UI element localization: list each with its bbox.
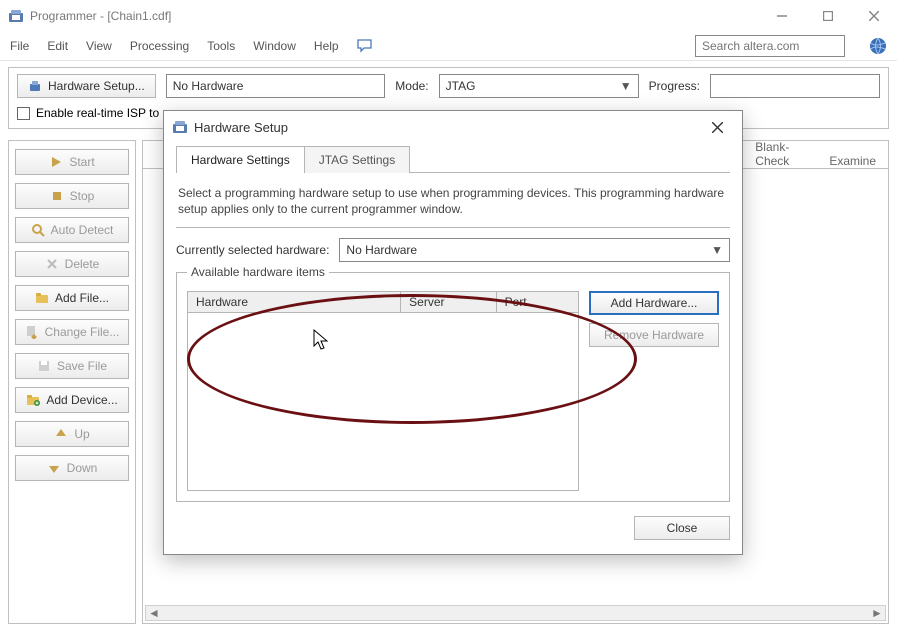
- realtime-isp-checkbox[interactable]: [17, 107, 30, 120]
- progress-bar: [710, 74, 880, 98]
- add-file-icon: [35, 291, 49, 305]
- menu-tools[interactable]: Tools: [207, 39, 235, 53]
- scroll-right-icon[interactable]: ►: [869, 606, 885, 620]
- stop-icon: [50, 189, 64, 203]
- stop-label: Stop: [70, 189, 95, 203]
- up-button[interactable]: Up: [15, 421, 129, 447]
- close-icon: [712, 122, 723, 133]
- group-title: Available hardware items: [187, 265, 329, 279]
- hardware-setup-label: Hardware Setup...: [48, 79, 145, 93]
- delete-icon: [45, 257, 59, 271]
- down-label: Down: [67, 461, 98, 475]
- col-server[interactable]: Server: [401, 292, 496, 312]
- up-arrow-icon: [54, 427, 68, 441]
- maximize-icon: [823, 11, 833, 21]
- auto-detect-icon: [31, 223, 45, 237]
- chevron-down-icon: ▼: [711, 243, 723, 257]
- chevron-down-icon: ▼: [620, 79, 632, 93]
- add-device-label: Add Device...: [46, 393, 117, 407]
- down-arrow-icon: [47, 461, 61, 475]
- add-file-button[interactable]: Add File...: [15, 285, 129, 311]
- mode-dropdown[interactable]: JTAG ▼: [439, 74, 639, 98]
- delete-button[interactable]: Delete: [15, 251, 129, 277]
- side-panel: Start Stop Auto Detect Delete Add File..…: [8, 140, 136, 624]
- dialog-description: Select a programming hardware setup to u…: [178, 185, 728, 217]
- remove-hardware-label: Remove Hardware: [604, 328, 704, 342]
- col-hardware[interactable]: Hardware: [188, 292, 401, 312]
- progress-label: Progress:: [649, 79, 700, 93]
- add-file-label: Add File...: [55, 291, 109, 305]
- add-device-icon: [26, 393, 40, 407]
- window-title: Programmer - [Chain1.cdf]: [30, 9, 759, 23]
- hardware-field-value: No Hardware: [173, 79, 244, 93]
- realtime-isp-label: Enable real-time ISP to: [36, 106, 159, 120]
- tab-hardware-settings-label: Hardware Settings: [191, 153, 290, 167]
- change-file-label: Change File...: [45, 325, 120, 339]
- remove-hardware-button[interactable]: Remove Hardware: [589, 323, 719, 347]
- minimize-icon: [777, 11, 787, 21]
- auto-detect-button[interactable]: Auto Detect: [15, 217, 129, 243]
- close-icon: [869, 11, 879, 21]
- menubar: File Edit View Processing Tools Window H…: [0, 32, 897, 60]
- auto-detect-label: Auto Detect: [51, 223, 114, 237]
- add-device-button[interactable]: Add Device...: [15, 387, 129, 413]
- stop-button[interactable]: Stop: [15, 183, 129, 209]
- scroll-left-icon[interactable]: ◄: [146, 606, 162, 620]
- available-hardware-group: Available hardware items Hardware Server…: [176, 272, 730, 502]
- hardware-field: No Hardware: [166, 74, 386, 98]
- menu-help[interactable]: Help: [314, 39, 339, 53]
- menu-edit[interactable]: Edit: [47, 39, 68, 53]
- add-hardware-button[interactable]: Add Hardware...: [589, 291, 719, 315]
- down-button[interactable]: Down: [15, 455, 129, 481]
- currently-selected-label: Currently selected hardware:: [176, 243, 329, 257]
- col-examine[interactable]: Examine: [829, 154, 876, 168]
- dialog-titlebar: Hardware Setup: [164, 111, 742, 143]
- app-icon: [8, 8, 24, 24]
- window-close-button[interactable]: [851, 0, 897, 32]
- menu-file[interactable]: File: [10, 39, 29, 53]
- globe-icon[interactable]: [869, 37, 887, 55]
- menu-window[interactable]: Window: [253, 39, 296, 53]
- dialog-tabs: Hardware Settings JTAG Settings: [176, 143, 730, 173]
- start-icon: [49, 155, 63, 169]
- tab-hardware-settings[interactable]: Hardware Settings: [176, 146, 305, 173]
- tab-jtag-settings[interactable]: JTAG Settings: [304, 146, 410, 173]
- horizontal-scrollbar[interactable]: ◄ ►: [145, 605, 886, 621]
- dialog-close-button[interactable]: [700, 113, 734, 141]
- menu-view[interactable]: View: [86, 39, 112, 53]
- save-file-button[interactable]: Save File: [15, 353, 129, 379]
- up-label: Up: [74, 427, 89, 441]
- dialog-title: Hardware Setup: [194, 120, 694, 135]
- change-file-icon: [25, 325, 39, 339]
- search-input[interactable]: [695, 35, 845, 57]
- dialog-close-footer-button[interactable]: Close: [634, 516, 730, 540]
- save-icon: [37, 359, 51, 373]
- dialog-icon: [172, 119, 188, 135]
- grid-header: Hardware Server Port: [188, 292, 578, 313]
- hardware-setup-dialog: Hardware Setup Hardware Settings JTAG Se…: [163, 110, 743, 555]
- currently-selected-dropdown[interactable]: No Hardware ▼: [339, 238, 730, 262]
- speech-bubble-icon[interactable]: [357, 39, 373, 53]
- add-hardware-label: Add Hardware...: [611, 296, 698, 310]
- close-label: Close: [667, 521, 698, 535]
- col-port[interactable]: Port: [497, 292, 578, 312]
- tab-jtag-settings-label: JTAG Settings: [319, 153, 395, 167]
- menu-processing[interactable]: Processing: [130, 39, 189, 53]
- delete-label: Delete: [65, 257, 100, 271]
- hardware-setup-icon: [28, 79, 42, 93]
- titlebar: Programmer - [Chain1.cdf]: [0, 0, 897, 32]
- mode-label: Mode:: [395, 79, 428, 93]
- currently-selected-value: No Hardware: [346, 243, 417, 257]
- col-blank-check[interactable]: Blank- Check: [755, 140, 789, 168]
- hardware-setup-button[interactable]: Hardware Setup...: [17, 74, 156, 98]
- window-maximize-button[interactable]: [805, 0, 851, 32]
- change-file-button[interactable]: Change File...: [15, 319, 129, 345]
- hardware-grid[interactable]: Hardware Server Port: [187, 291, 579, 491]
- mode-value: JTAG: [446, 79, 476, 93]
- start-label: Start: [69, 155, 94, 169]
- window-minimize-button[interactable]: [759, 0, 805, 32]
- save-file-label: Save File: [57, 359, 107, 373]
- start-button[interactable]: Start: [15, 149, 129, 175]
